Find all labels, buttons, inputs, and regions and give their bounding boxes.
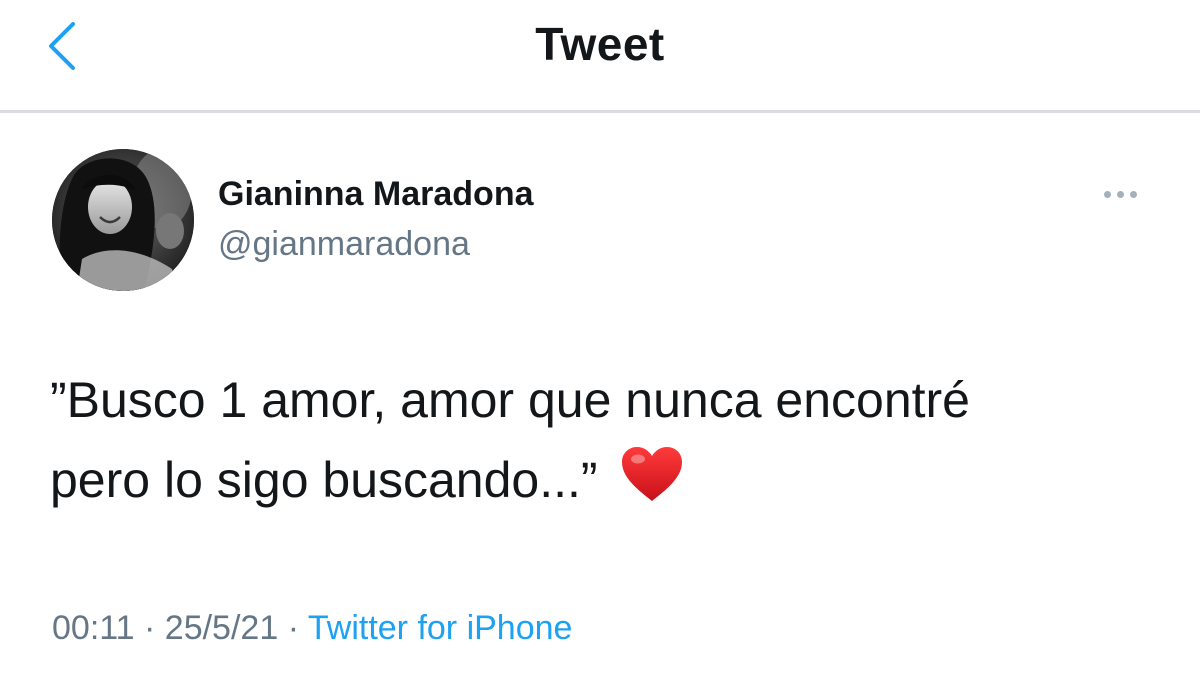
red-heart-icon bbox=[621, 447, 682, 501]
tweet-detail-screen: Tweet Gianinna Maradona @gianmaradona ”B… bbox=[0, 0, 1200, 675]
tweet-meta: 00:11 · 25/5/21 · Twitter for iPhone bbox=[52, 604, 572, 652]
profile-photo bbox=[52, 149, 194, 291]
tweet-date: 25/5/21 bbox=[164, 609, 279, 647]
tweet-text-line-1: ”Busco 1 amor, amor que nunca encontré bbox=[50, 372, 970, 428]
tweet-time: 00:11 bbox=[52, 609, 135, 647]
ellipsis-icon bbox=[1103, 190, 1111, 198]
page-title: Tweet bbox=[535, 18, 665, 70]
ellipsis-icon-dot bbox=[1116, 190, 1124, 198]
tweet-text: ”Busco 1 amor, amor que nunca encontré p… bbox=[50, 360, 1160, 520]
meta-separator-2: · bbox=[287, 609, 300, 647]
meta-separator: · bbox=[144, 609, 156, 647]
header-divider bbox=[0, 110, 1200, 113]
nav-header: Tweet bbox=[0, 0, 1200, 110]
avatar[interactable] bbox=[52, 149, 194, 291]
tweet-text-line-2-content: pero lo sigo buscando...” bbox=[50, 452, 598, 508]
tweet-text-line-2: pero lo sigo buscando...” bbox=[50, 440, 1160, 520]
more-options-button[interactable] bbox=[1092, 180, 1148, 208]
ellipsis-icon-dot bbox=[1129, 190, 1137, 198]
author-handle[interactable]: @gianmaradona bbox=[218, 222, 470, 266]
author-name[interactable]: Gianinna Maradona bbox=[218, 172, 534, 216]
tweet-source-link[interactable]: Twitter for iPhone bbox=[308, 609, 573, 647]
